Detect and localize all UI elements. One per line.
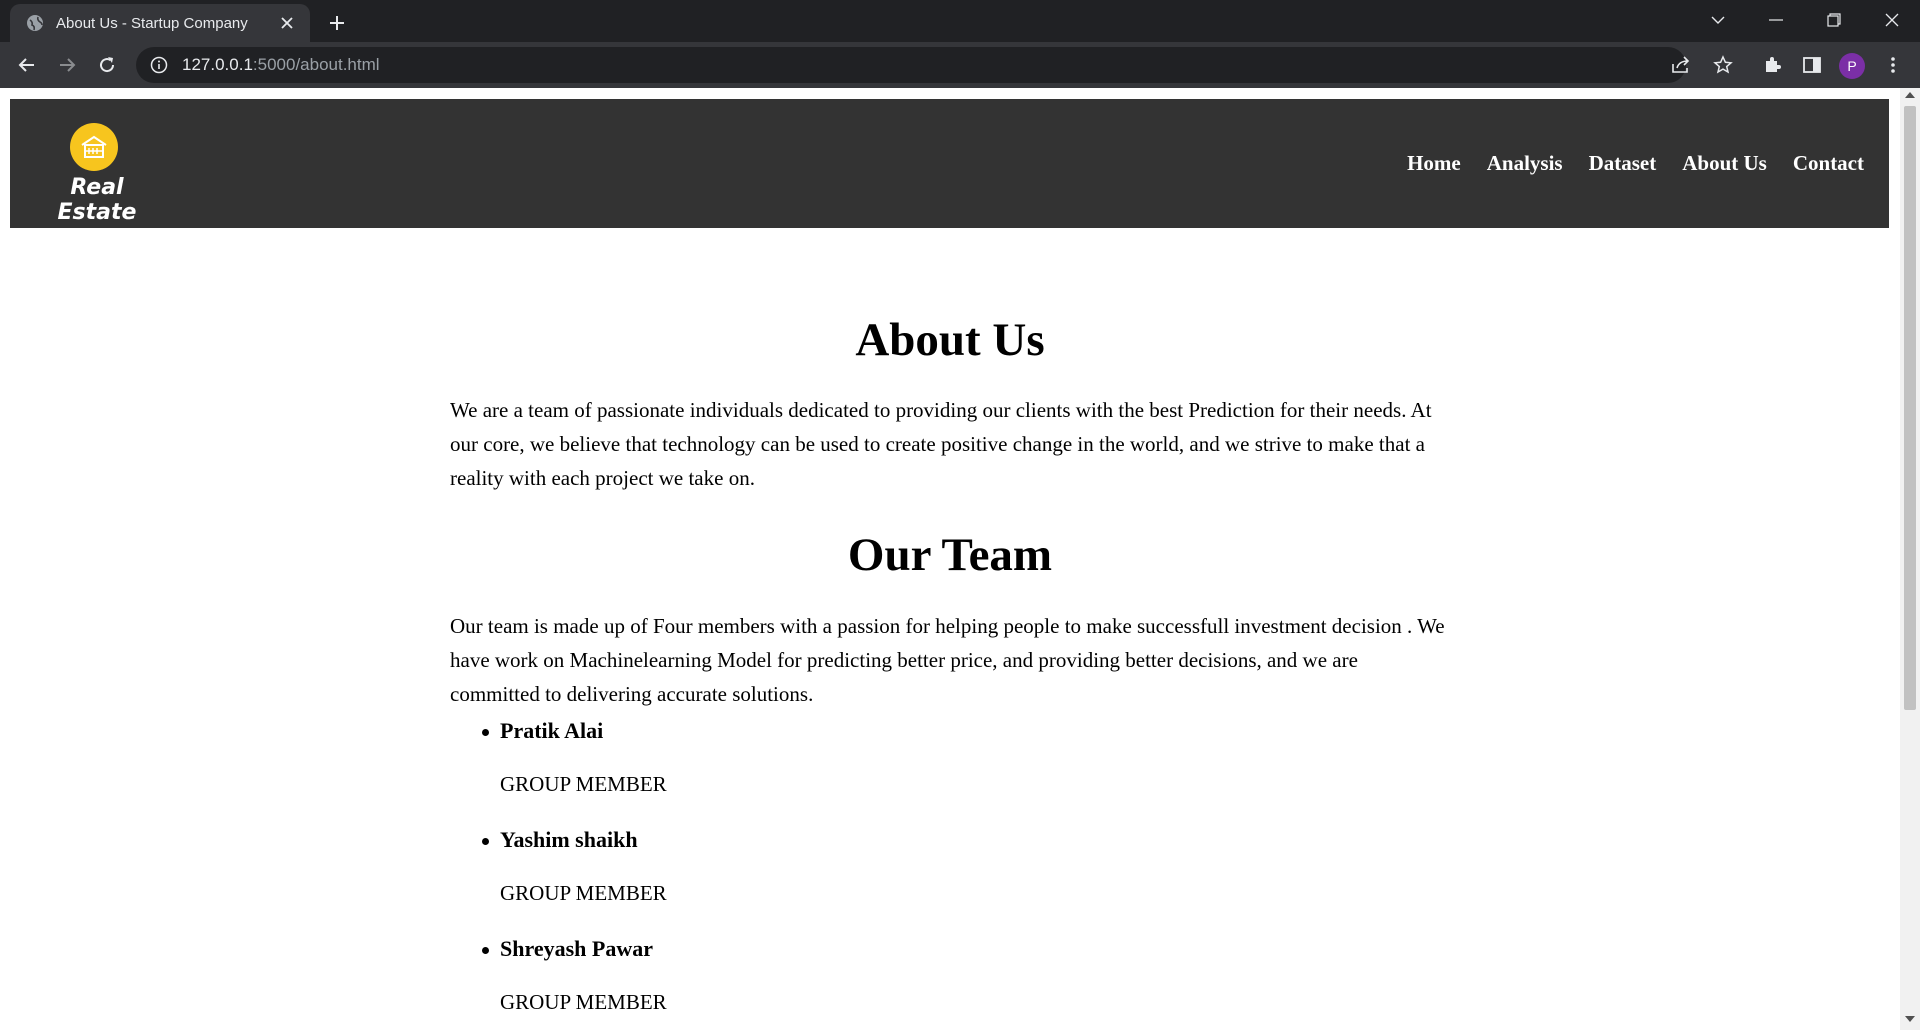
browser-tabstrip: About Us - Startup Company — [0, 0, 1920, 42]
url-path: :5000/about.html — [252, 55, 380, 74]
scroll-thumb[interactable] — [1904, 106, 1916, 710]
side-panel-icon[interactable] — [1797, 50, 1827, 80]
team-member: Shreyash Pawar GROUP MEMBER — [482, 936, 1400, 1030]
member-role: GROUP MEMBER — [500, 772, 667, 796]
site-logo[interactable]: Real Estate — [32, 123, 162, 225]
member-name: Yashim shaikh — [482, 827, 638, 852]
brand-name: Real Estate — [57, 175, 137, 225]
member-name: Pratik Alai — [481, 718, 604, 743]
restore-icon[interactable] — [1806, 0, 1862, 40]
scroll-down-arrow-icon[interactable] — [1905, 1016, 1915, 1022]
team-member: Yashim shaikh GROUP MEMBER — [482, 827, 1400, 936]
browser-tab[interactable]: About Us - Startup Company — [10, 4, 310, 42]
scroll-up-arrow-icon[interactable] — [1905, 92, 1915, 98]
member-role: GROUP MEMBER — [500, 881, 667, 905]
house-logo-icon — [70, 123, 118, 171]
minimize-icon[interactable] — [1748, 0, 1804, 40]
bookmark-star-icon[interactable] — [1709, 51, 1737, 79]
page-scrollbar[interactable] — [1900, 88, 1920, 1030]
member-name: Shreyash Pawar — [482, 936, 653, 961]
site-info-icon[interactable] — [150, 56, 168, 74]
site-header: Real Estate Home Analysis Dataset About … — [10, 99, 1889, 228]
main-nav: Home Analysis Dataset About Us Contact — [1407, 99, 1864, 228]
member-role: GROUP MEMBER — [500, 990, 667, 1014]
browser-toolbar: 127.0.0.1:5000/about.html P — [0, 42, 1920, 88]
close-window-icon[interactable] — [1864, 0, 1920, 40]
globe-icon — [26, 14, 44, 32]
about-paragraph: We are a team of passionate individuals … — [450, 398, 1432, 490]
nav-analysis[interactable]: Analysis — [1487, 151, 1563, 176]
url-host: 127.0.0.1 — [182, 55, 253, 74]
back-icon[interactable] — [11, 49, 43, 81]
team-paragraph: Our team is made up of Four members with… — [450, 614, 1445, 706]
nav-about-us[interactable]: About Us — [1682, 151, 1767, 176]
address-bar[interactable]: 127.0.0.1:5000/about.html — [136, 47, 1686, 83]
share-icon[interactable] — [1667, 51, 1695, 79]
tab-title: About Us - Startup Company — [56, 14, 248, 32]
menu-kebab-icon[interactable] — [1878, 50, 1908, 80]
nav-dataset[interactable]: Dataset — [1589, 151, 1657, 176]
url-text: 127.0.0.1:5000/about.html — [182, 55, 380, 75]
team-member: Pratik Alai GROUP MEMBER — [481, 718, 1400, 827]
reload-icon[interactable] — [91, 49, 123, 81]
team-list: Pratik Alai GROUP MEMBER Yashim shaikh G… — [481, 718, 1400, 1030]
close-tab-icon[interactable] — [276, 12, 298, 34]
nav-contact[interactable]: Contact — [1793, 151, 1864, 176]
forward-icon[interactable] — [51, 49, 83, 81]
team-heading: Our Team — [847, 529, 1053, 581]
nav-home[interactable]: Home — [1407, 151, 1461, 176]
new-tab-button[interactable] — [322, 8, 352, 38]
page-viewport: Real Estate Home Analysis Dataset About … — [0, 88, 1920, 1030]
extensions-icon[interactable] — [1757, 50, 1787, 80]
profile-avatar[interactable]: P — [1839, 53, 1865, 79]
about-heading: About Us — [855, 314, 1045, 366]
tab-search-icon[interactable] — [1690, 0, 1746, 40]
